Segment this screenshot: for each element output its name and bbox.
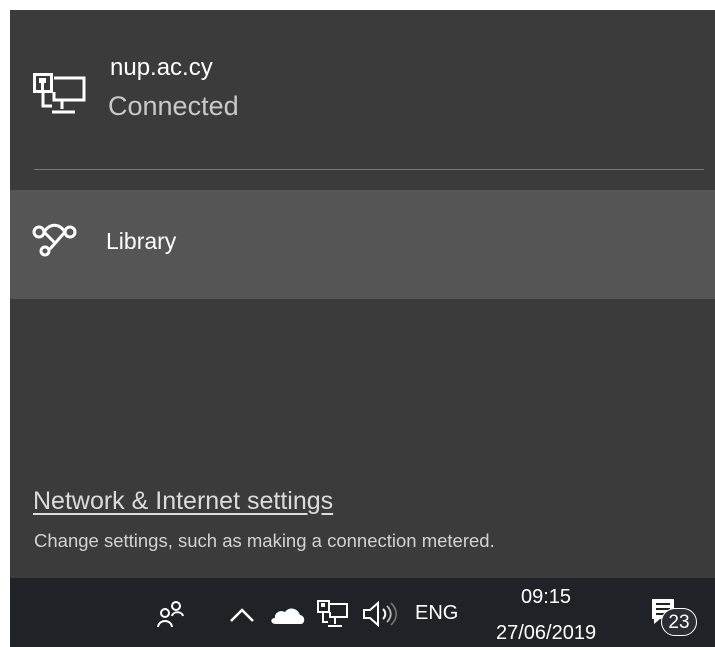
people-icon[interactable]	[155, 598, 185, 628]
taskbar: ENG 09:15 27/06/2019 23	[10, 578, 715, 647]
network-settings-description: Change settings, such as making a connec…	[34, 530, 495, 551]
cloud-icon[interactable]	[268, 603, 306, 627]
clock-time[interactable]: 09:15	[521, 585, 571, 609]
input-language-indicator[interactable]: ENG	[415, 601, 458, 625]
wired-network-icon	[32, 72, 88, 117]
network-flyout-screen: nup.ac.cy Connected Library Network & In…	[0, 0, 715, 647]
connected-network-item[interactable]: nup.ac.cy Connected	[10, 10, 715, 155]
network-internet-settings-link[interactable]: Network & Internet settings	[33, 486, 333, 516]
notification-count-badge: 23	[661, 608, 697, 636]
clock-date[interactable]: 27/06/2019	[496, 621, 596, 645]
network-item-library[interactable]: Library	[10, 190, 715, 299]
chevron-up-icon[interactable]	[228, 605, 256, 625]
connected-network-name: nup.ac.cy	[110, 54, 213, 81]
network-flyout: nup.ac.cy Connected Library Network & In…	[10, 10, 715, 578]
notification-center-button[interactable]: 23	[648, 596, 704, 640]
connected-network-status: Connected	[108, 91, 239, 121]
network-list-divider	[34, 169, 704, 170]
wifi-direct-network-icon	[32, 221, 77, 257]
network-name-library: Library	[106, 228, 177, 254]
volume-icon[interactable]	[361, 598, 399, 630]
network-icon[interactable]	[317, 600, 349, 629]
